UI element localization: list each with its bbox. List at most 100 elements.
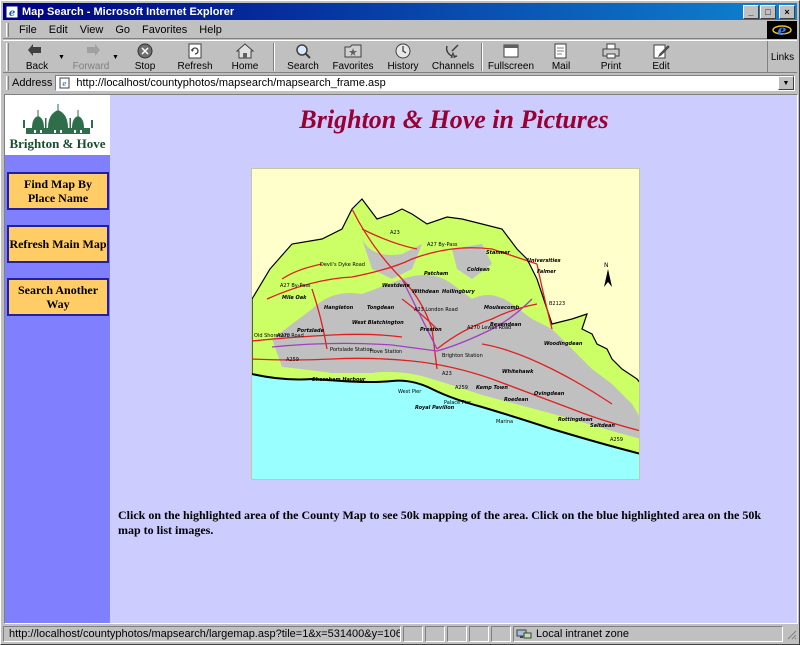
menu-view[interactable]: View: [74, 24, 110, 36]
svg-text:e: e: [778, 23, 787, 38]
stop-button[interactable]: Stop: [120, 41, 170, 73]
svg-text:Brighton Station: Brighton Station: [442, 353, 483, 359]
county-map[interactable]: A23 A27 By-Pass Stanmer Universities Fal…: [251, 168, 640, 480]
address-bar: Address e http://localhost/countyphotos/…: [3, 74, 797, 92]
svg-text:Rottingdean: Rottingdean: [558, 417, 593, 423]
svg-text:e: e: [9, 8, 15, 19]
county-map-image: A23 A27 By-Pass Stanmer Universities Fal…: [252, 198, 639, 479]
svg-text:A27 By-Pass: A27 By-Pass: [427, 242, 458, 248]
svg-text:Woodingdean: Woodingdean: [544, 341, 583, 347]
refresh-button[interactable]: Refresh: [170, 41, 220, 73]
status-cell: [491, 626, 511, 642]
svg-text:B2123: B2123: [549, 301, 565, 307]
left-nav-frame: Brighton & Hove Find Map By Place Name R…: [5, 95, 110, 623]
menu-edit[interactable]: Edit: [43, 24, 74, 36]
back-button[interactable]: Back: [12, 41, 62, 73]
mail-button[interactable]: Mail: [536, 41, 586, 73]
toolbar-grip[interactable]: [6, 43, 9, 71]
brighton-hove-logo[interactable]: Brighton & Hove: [5, 95, 110, 155]
edit-button[interactable]: Edit: [636, 41, 686, 73]
search-another-way-button[interactable]: Search Another Way: [7, 278, 109, 316]
menu-grip[interactable]: [6, 22, 9, 37]
intranet-zone-icon: [516, 629, 532, 639]
status-bar: e http://localhost/countyphotos/mapsearc…: [3, 625, 797, 643]
minimize-button[interactable]: _: [743, 4, 759, 19]
toolbar-separator: [481, 43, 483, 71]
back-dropdown-icon[interactable]: ▼: [58, 41, 66, 73]
svg-text:A259: A259: [610, 437, 623, 443]
address-label: Address: [12, 77, 53, 89]
svg-text:West Blatchington: West Blatchington: [352, 320, 404, 326]
fullscreen-button[interactable]: Fullscreen: [486, 41, 536, 73]
svg-text:Whitehawk: Whitehawk: [502, 369, 534, 375]
minimize-icon: _: [748, 6, 754, 17]
address-url: http://localhost/countyphotos/mapsearch/…: [76, 77, 386, 89]
fullscreen-icon: [503, 44, 519, 58]
svg-text:Royal Pavilion: Royal Pavilion: [415, 405, 455, 411]
browser-window: e Map Search - Microsoft Internet Explor…: [0, 0, 800, 645]
resize-grip-icon[interactable]: [785, 628, 797, 640]
svg-text:A23 London Road: A23 London Road: [414, 307, 458, 313]
history-button[interactable]: History: [378, 41, 428, 73]
search-icon: [296, 44, 311, 59]
forward-dropdown-icon[interactable]: ▼: [112, 41, 120, 73]
refresh-main-map-button[interactable]: Refresh Main Map: [7, 225, 109, 263]
instructions-text: Click on the highlighted area of the Cou…: [118, 508, 762, 537]
toolbar-separator: [273, 43, 275, 71]
ie-app-icon: e: [5, 5, 19, 19]
svg-text:Mile Oak: Mile Oak: [282, 295, 307, 301]
close-button[interactable]: ×: [779, 4, 795, 19]
svg-text:Saltdean: Saltdean: [590, 423, 615, 429]
svg-text:Universities: Universities: [527, 258, 561, 264]
svg-text:Hollingbury: Hollingbury: [442, 289, 476, 295]
stop-icon: [137, 43, 153, 59]
svg-text:Stanmer: Stanmer: [486, 250, 511, 256]
favorites-button[interactable]: Favorites: [328, 41, 378, 73]
status-text-panel: e http://localhost/countyphotos/mapsearc…: [3, 626, 401, 642]
favorites-folder-icon: [344, 44, 362, 58]
menu-help[interactable]: Help: [193, 24, 228, 36]
address-dropdown-icon[interactable]: ▼: [778, 76, 794, 90]
pavilion-domes-icon: [22, 104, 93, 134]
history-icon: [395, 43, 411, 59]
home-button[interactable]: Home: [220, 41, 270, 73]
svg-text:Falmer: Falmer: [537, 269, 557, 275]
status-cell: [447, 626, 467, 642]
main-frame: Brighton & Hove in Pictures A23 A27 By-P…: [110, 95, 797, 623]
menu-file[interactable]: File: [13, 24, 43, 36]
svg-text:Moulsecomb: Moulsecomb: [484, 305, 520, 311]
address-grip[interactable]: [6, 76, 9, 90]
find-map-by-place-button[interactable]: Find Map By Place Name: [7, 172, 109, 210]
svg-text:Patcham: Patcham: [424, 271, 448, 277]
security-zone-panel: Local intranet zone: [513, 626, 783, 642]
forward-button[interactable]: Forward: [66, 41, 116, 73]
print-button[interactable]: Print: [586, 41, 636, 73]
channels-button[interactable]: Channels: [428, 41, 478, 73]
svg-text:West Pier: West Pier: [398, 389, 422, 395]
status-cell: [403, 626, 423, 642]
back-arrow-icon: [28, 44, 41, 56]
refresh-icon: [188, 43, 202, 59]
address-input[interactable]: e http://localhost/countyphotos/mapsearc…: [55, 75, 795, 91]
zone-label: Local intranet zone: [536, 628, 629, 640]
menu-bar: File Edit View Go Favorites Help e: [3, 20, 797, 39]
svg-text:Westdene: Westdene: [382, 283, 410, 289]
svg-text:A23: A23: [442, 371, 452, 377]
status-url: http://localhost/countyphotos/mapsearch/…: [9, 628, 401, 640]
ie-throbber-icon: e: [767, 20, 797, 39]
menu-favorites[interactable]: Favorites: [136, 24, 193, 36]
search-button[interactable]: Search: [278, 41, 328, 73]
svg-text:Bevendean: Bevendean: [490, 322, 522, 328]
maximize-icon: □: [765, 6, 771, 17]
maximize-button[interactable]: □: [760, 4, 776, 19]
svg-text:Portslade Station: Portslade Station: [330, 347, 373, 353]
svg-text:A259: A259: [455, 385, 468, 391]
svg-text:Roedean: Roedean: [504, 397, 529, 403]
svg-text:Kemp Town: Kemp Town: [476, 385, 508, 391]
svg-text:Ovingdean: Ovingdean: [534, 391, 565, 397]
svg-text:A270: A270: [277, 333, 290, 339]
menu-go[interactable]: Go: [109, 24, 136, 36]
links-button[interactable]: Links: [767, 41, 797, 73]
status-cell: [469, 626, 489, 642]
page-icon: e: [59, 77, 70, 89]
